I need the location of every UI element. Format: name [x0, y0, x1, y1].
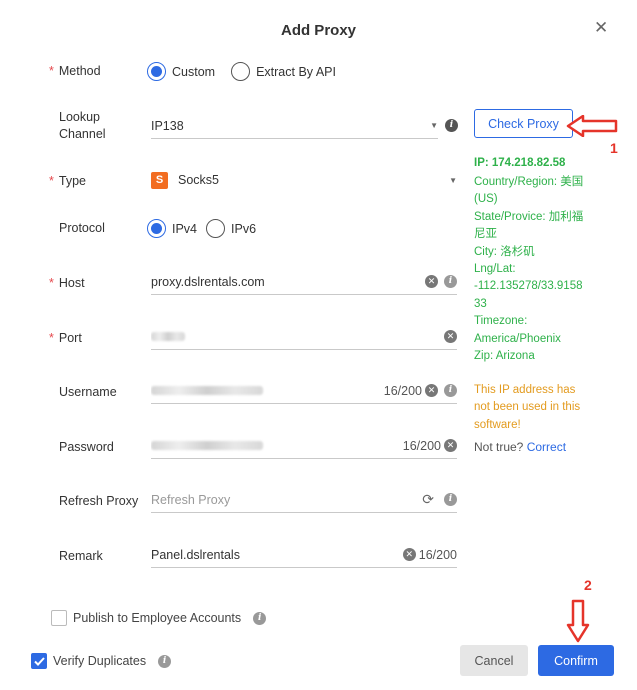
- blurred-value: [151, 331, 185, 341]
- blurred-value: [151, 440, 263, 450]
- info-icon[interactable]: i: [444, 493, 457, 506]
- refresh-proxy-input[interactable]: Refresh Proxy ⟳ i: [151, 487, 457, 513]
- type-select[interactable]: S Socks5 ▼: [151, 167, 457, 193]
- verify-checkbox-row[interactable]: Verify Duplicates i: [31, 653, 172, 669]
- info-icon[interactable]: i: [444, 275, 457, 288]
- ip-unused-notice: This IP address has not been used in thi…: [474, 384, 581, 431]
- method-custom-radio[interactable]: Custom: [147, 62, 215, 81]
- password-label: Password: [59, 440, 114, 454]
- char-count: 16/200: [402, 438, 441, 453]
- password-input[interactable]: 16/200 ✕: [151, 433, 457, 459]
- port-label: * Port: [49, 331, 82, 345]
- port-input[interactable]: ✕: [151, 324, 457, 350]
- lookup-channel-select[interactable]: IP138 ▼: [151, 113, 438, 139]
- radio-unchecked-icon: [206, 219, 226, 238]
- radio-checked-icon: [147, 62, 166, 81]
- confirm-button[interactable]: Confirm: [538, 645, 614, 676]
- refresh-icon[interactable]: ⟳: [422, 491, 434, 508]
- dialog-title: Add Proxy: [280, 22, 356, 39]
- char-count: 16/200: [383, 383, 422, 398]
- lookup-channel-label: Lookup Channel: [59, 110, 106, 141]
- clear-icon[interactable]: ✕: [425, 384, 438, 397]
- check-ip: IP: 174.218.82.58: [474, 157, 566, 169]
- publish-checkbox-row[interactable]: Publish to Employee Accounts i: [51, 610, 267, 626]
- host-input[interactable]: proxy.dslrentals.com ✕ i: [151, 269, 457, 295]
- protocol-ipv4-radio[interactable]: IPv4: [147, 219, 197, 238]
- remark-input[interactable]: Panel.dslrentals ✕ 16/200: [151, 542, 457, 568]
- protocol-ipv6-radio[interactable]: IPv6: [206, 219, 256, 238]
- publish-checkbox[interactable]: [51, 610, 67, 626]
- annotation-label-1: 1: [610, 140, 618, 156]
- clear-icon[interactable]: ✕: [425, 275, 438, 288]
- host-label: * Host: [49, 276, 85, 290]
- not-true-row: Not true? Correct: [474, 440, 567, 454]
- radio-checked-icon: [147, 219, 166, 238]
- caret-down-icon[interactable]: ▼: [430, 121, 438, 130]
- refresh-proxy-label: Refresh Proxy: [59, 494, 139, 508]
- clear-icon[interactable]: ✕: [444, 439, 457, 452]
- method-api-radio[interactable]: Extract By API: [231, 62, 336, 81]
- check-details: Country/Region: 美国 (US) State/Provice: 加…: [474, 176, 584, 363]
- annotation-label-2: 2: [584, 577, 592, 593]
- red-arrow-left-icon: [566, 115, 618, 137]
- username-label: Username: [59, 385, 117, 399]
- caret-down-icon[interactable]: ▼: [449, 176, 457, 185]
- type-label: * Type: [49, 174, 86, 188]
- remark-label: Remark: [59, 549, 103, 563]
- method-label: * Method: [49, 64, 101, 78]
- check-proxy-button[interactable]: Check Proxy: [474, 109, 573, 138]
- close-icon[interactable]: ✕: [594, 18, 608, 38]
- info-icon[interactable]: i: [445, 119, 458, 132]
- char-count: 16/200: [418, 547, 457, 562]
- verify-checkbox[interactable]: [31, 653, 47, 669]
- protocol-radio-group: IPv4 IPv6: [147, 219, 256, 238]
- socks5-icon: S: [151, 171, 168, 189]
- info-icon[interactable]: i: [444, 384, 457, 397]
- clear-icon[interactable]: ✕: [444, 330, 457, 343]
- check-icon: [33, 656, 45, 666]
- method-radio-group: Custom Extract By API: [147, 62, 336, 81]
- clear-icon[interactable]: ✕: [402, 548, 416, 561]
- red-arrow-down-icon: [566, 599, 590, 643]
- protocol-label: Protocol: [59, 221, 105, 235]
- correct-link[interactable]: Correct: [527, 440, 566, 454]
- radio-unchecked-icon: [231, 62, 251, 81]
- info-icon[interactable]: i: [253, 611, 267, 625]
- info-icon[interactable]: i: [158, 654, 172, 668]
- blurred-value: [151, 385, 263, 395]
- cancel-button[interactable]: Cancel: [460, 645, 528, 676]
- username-input[interactable]: 16/200 ✕ i: [151, 378, 457, 404]
